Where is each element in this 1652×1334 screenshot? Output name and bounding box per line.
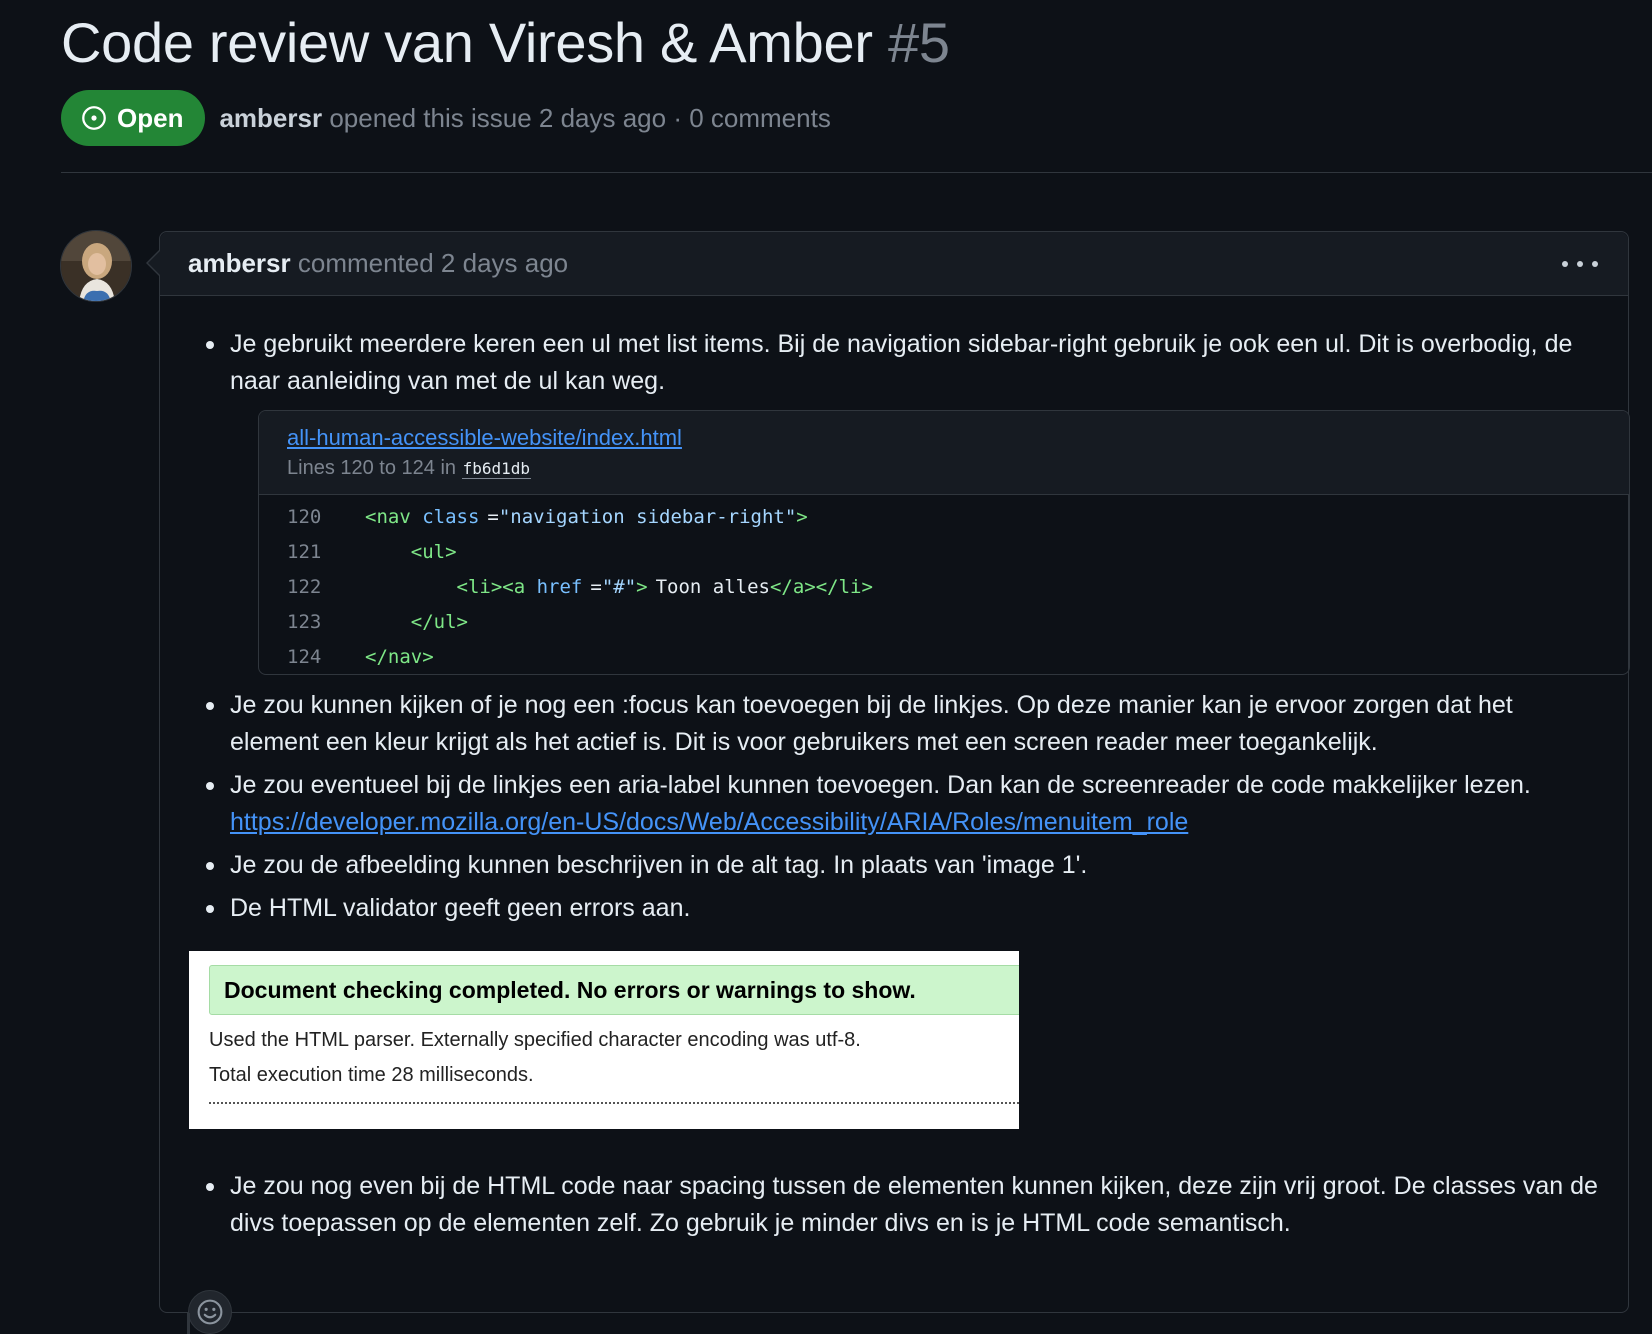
issue-state-badge: Open xyxy=(61,90,206,146)
code-line: 120 <nav class ="navigation sidebar-right"… xyxy=(259,499,1629,534)
issue-title: Code review van Viresh & Amber #5 xyxy=(61,10,950,75)
list-item: Je gebruikt meerdere keren een ul met li… xyxy=(188,326,1600,400)
validator-dotted-rule xyxy=(209,1102,1019,1104)
list-item: Je zou de afbeelding kunnen beschrijven … xyxy=(188,847,1600,884)
avatar[interactable] xyxy=(60,230,132,302)
code-line-number[interactable]: 120 xyxy=(259,506,357,528)
code-line-source: </nav> xyxy=(365,645,434,668)
bullet-list-2: Je zou kunnen kijken of je nog een :focu… xyxy=(188,687,1600,927)
comment-timestamp[interactable]: commented 2 days ago xyxy=(298,248,568,278)
list-item: Je zou nog even bij de HTML code naar sp… xyxy=(188,1168,1600,1242)
code-line-number[interactable]: 123 xyxy=(259,611,357,633)
code-lines: 120 <nav class ="navigation sidebar-right"… xyxy=(259,495,1629,674)
kebab-menu-icon[interactable] xyxy=(1562,254,1598,274)
code-line-source: <nav class ="navigation sidebar-right"> xyxy=(365,505,808,528)
issue-meta: ambersr opened this issue 2 days ago · 0… xyxy=(219,103,830,134)
code-line-source: <li><a href ="#"> Toon alles</a></li> xyxy=(456,575,873,598)
snippet-lines-text: Lines 120 to 124 in xyxy=(287,457,457,479)
list-item: Je zou kunnen kijken of je nog een :focu… xyxy=(188,687,1600,761)
issue-number: #5 xyxy=(887,11,950,74)
snippet-file-link[interactable]: all-human-accessible-website/index.html xyxy=(287,425,682,451)
snippet-lines-label: Lines 120 to 124 in fb6d1db xyxy=(287,457,1629,480)
mdn-link[interactable]: https://developer.mozilla.org/en-US/docs… xyxy=(230,808,1188,836)
issue-state-label: Open xyxy=(117,102,184,133)
code-line-number[interactable]: 124 xyxy=(259,646,357,668)
timeline-line xyxy=(187,1313,190,1334)
code-line: 122 <li><a href ="#"> Toon alles</a></li> xyxy=(259,569,1629,604)
avatar-photo xyxy=(61,231,131,301)
validator-parser-line: Used the HTML parser. Externally specifi… xyxy=(209,1029,861,1051)
validator-success-message: Document checking completed. No errors o… xyxy=(209,965,1019,1015)
list-item: Je zou eventueel bij de linkjes een aria… xyxy=(188,767,1600,841)
code-line-number[interactable]: 121 xyxy=(259,541,357,563)
code-line: 121 <ul> xyxy=(259,534,1629,569)
issue-opened-icon xyxy=(82,106,106,130)
snippet-commit-link[interactable]: fb6d1db xyxy=(461,459,532,479)
code-line-source: </ul> xyxy=(410,610,468,633)
list-item: De HTML validator geeft geen errors aan. xyxy=(188,890,1600,927)
validator-time-line: Total execution time 28 milliseconds. xyxy=(209,1064,534,1086)
comment-author-link[interactable]: ambersr xyxy=(188,248,291,278)
code-line: 124 </nav> xyxy=(259,639,1629,674)
code-line-source: <ul> xyxy=(410,540,457,563)
code-snippet-header: all-human-accessible-website/index.html … xyxy=(259,411,1629,495)
issue-author-link[interactable]: ambersr xyxy=(219,103,322,133)
code-line: 123 </ul> xyxy=(259,604,1629,639)
add-reaction-button[interactable] xyxy=(188,1290,232,1334)
list-item-text: Je zou eventueel bij de linkjes een aria… xyxy=(230,771,1531,799)
code-snippet: all-human-accessible-website/index.html … xyxy=(258,410,1630,675)
issue-state-row: Open ambersr opened this issue 2 days ag… xyxy=(61,90,831,146)
comment-header: ambersr commented 2 days ago xyxy=(160,232,1628,296)
issue-title-text: Code review van Viresh & Amber xyxy=(61,11,873,74)
comment-box: ambersr commented 2 days ago Je gebruikt… xyxy=(146,231,1630,1334)
issue-meta-text: opened this issue 2 days ago · 0 comment… xyxy=(329,102,831,133)
bullet-list-3: Je zou nog even bij de HTML code naar sp… xyxy=(188,1168,1600,1242)
validator-screenshot: Document checking completed. No errors o… xyxy=(189,951,1019,1129)
bullet-list-1: Je gebruikt meerdere keren een ul met li… xyxy=(188,326,1600,400)
smiley-icon xyxy=(197,1299,223,1325)
comment-meta: ambersr commented 2 days ago xyxy=(188,248,568,279)
header-divider xyxy=(61,172,1652,173)
code-line-number[interactable]: 122 xyxy=(259,576,357,598)
